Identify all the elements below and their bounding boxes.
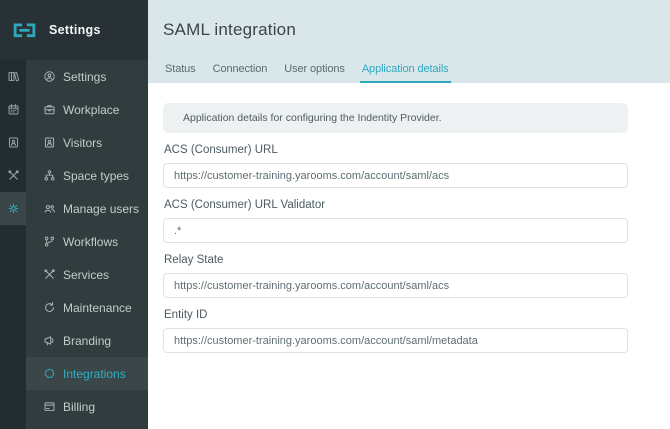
visitor-badge-icon[interactable] <box>0 126 26 159</box>
workflow-icon <box>43 235 56 248</box>
sidebar-item-label: Maintenance <box>63 301 132 315</box>
sidebar-item-branding[interactable]: Branding <box>26 324 148 357</box>
briefcase-icon <box>43 103 56 116</box>
sidebar-item-manage-users[interactable]: Manage users <box>26 192 148 225</box>
field-acs-url-validator: ACS (Consumer) URL Validator <box>163 197 670 243</box>
sidebar-item-services[interactable]: Services <box>26 258 148 291</box>
billing-icon <box>43 400 56 413</box>
id-badge-icon <box>43 136 56 149</box>
sidebar-header: Settings <box>0 0 148 60</box>
sidebar-item-space-types[interactable]: Space types <box>26 159 148 192</box>
app-title: Settings <box>49 23 101 37</box>
relay-state-input[interactable] <box>163 273 628 298</box>
sidebar-item-maintenance[interactable]: Maintenance <box>26 291 148 324</box>
sidebar-item-label: Integrations <box>63 367 126 381</box>
sidebar-item-label: Manage users <box>63 202 139 216</box>
main-area: SAML integration Status Connection User … <box>148 0 670 429</box>
sidebar-item-visitors[interactable]: Visitors <box>26 126 148 159</box>
tools-icon <box>43 268 56 281</box>
sidebar-item-label: Billing <box>63 400 95 414</box>
entity-id-input[interactable] <box>163 328 628 353</box>
sitemap-icon <box>43 169 56 182</box>
tab-connection[interactable]: Connection <box>211 63 270 83</box>
sidebar-item-label: Workplace <box>63 103 119 117</box>
sidebar-item-label: Services <box>63 268 109 282</box>
field-entity-id: Entity ID <box>163 307 670 353</box>
tab-status[interactable]: Status <box>163 63 198 83</box>
field-label: Relay State <box>163 252 670 273</box>
gear-icon[interactable] <box>0 192 26 225</box>
field-label: ACS (Consumer) URL <box>163 142 670 163</box>
tab-user-options[interactable]: User options <box>282 63 347 83</box>
page-header: SAML integration Status Connection User … <box>148 0 670 83</box>
users-icon <box>43 202 56 215</box>
sidebar-item-billing[interactable]: Billing <box>26 390 148 423</box>
field-label: Entity ID <box>163 307 670 328</box>
app-window: Settings <box>0 0 670 429</box>
tools-icon[interactable] <box>0 159 26 192</box>
sidebar-item-label: Settings <box>63 70 106 84</box>
field-relay-state: Relay State <box>163 252 670 298</box>
calendar-icon[interactable] <box>0 93 26 126</box>
branding-icon <box>43 334 56 347</box>
sidebar-item-label: Space types <box>63 169 129 183</box>
settings-sidebar: Settings Workplace Visitors <box>26 60 148 429</box>
application-details-form: ACS (Consumer) URL ACS (Consumer) URL Va… <box>163 142 670 353</box>
sidebar-item-label: Branding <box>63 334 111 348</box>
sidebar-item-workplace[interactable]: Workplace <box>26 93 148 126</box>
tab-content: Application details for configuring the … <box>148 83 670 353</box>
library-icon[interactable] <box>0 60 26 93</box>
acs-consumer-url-input[interactable] <box>163 163 628 188</box>
sidebar-item-label: Visitors <box>63 136 102 150</box>
sidebar-item-workflows[interactable]: Workflows <box>26 225 148 258</box>
info-banner: Application details for configuring the … <box>163 103 628 133</box>
user-circle-icon <box>43 70 56 83</box>
maintenance-icon <box>43 301 56 314</box>
acs-url-validator-input[interactable] <box>163 218 628 243</box>
field-label: ACS (Consumer) URL Validator <box>163 197 670 218</box>
icon-rail <box>0 60 26 429</box>
integrations-icon <box>43 367 56 380</box>
page-title: SAML integration <box>148 0 670 40</box>
sidebar-item-settings[interactable]: Settings <box>26 60 148 93</box>
tab-application-details[interactable]: Application details <box>360 63 451 83</box>
chain-link-logo-icon <box>13 23 36 38</box>
field-acs-consumer-url: ACS (Consumer) URL <box>163 142 670 188</box>
tab-bar: Status Connection User options Applicati… <box>163 63 451 83</box>
sidebar-item-label: Workflows <box>63 235 118 249</box>
